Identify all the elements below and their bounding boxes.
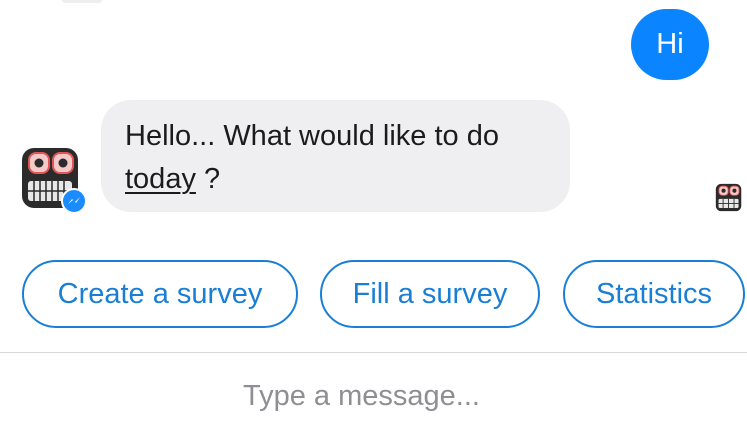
bot-message-bubble: Hello... What would like to do today ?: [101, 100, 570, 212]
robot-icon: [715, 183, 742, 212]
quick-reply-label: Fill a survey: [352, 277, 508, 310]
quick-reply-label: Create a survey: [57, 277, 263, 310]
quick-reply-create-survey[interactable]: Create a survey: [22, 260, 298, 328]
user-message-text: Hi: [656, 28, 684, 60]
previous-message-fragment: [62, 0, 102, 3]
bot-message-link[interactable]: today: [125, 163, 196, 195]
messenger-badge: [61, 188, 87, 214]
quick-reply-fill-survey[interactable]: Fill a survey: [320, 260, 540, 328]
chat-screen: Hi Hello... What would like to do today …: [0, 0, 747, 440]
bot-message-text: Hello... What would like to do: [125, 120, 499, 152]
messenger-icon: [68, 197, 80, 204]
bot-message-suffix: ?: [195, 163, 221, 195]
quick-reply-label: Statistics: [595, 277, 713, 310]
message-input[interactable]: [243, 374, 663, 418]
composer-divider: [0, 352, 747, 353]
user-message-bubble: Hi: [631, 9, 709, 80]
quick-reply-statistics[interactable]: Statistics: [563, 260, 745, 328]
read-receipt-avatar: [714, 183, 744, 213]
